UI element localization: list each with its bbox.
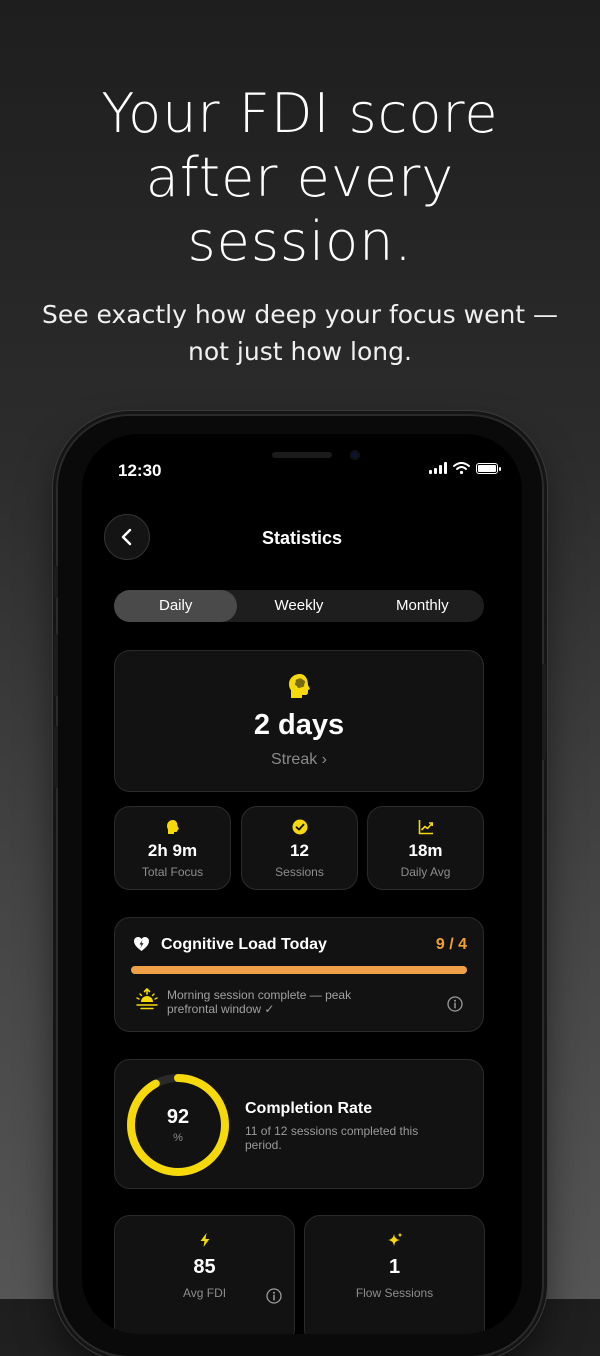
- tab-daily[interactable]: Daily: [114, 590, 238, 622]
- completion-title: Completion Rate: [245, 1100, 373, 1117]
- phone-volume-down: [54, 726, 58, 788]
- notch: [184, 434, 420, 478]
- marketing-subheadline: See exactly how deep your focus went — n…: [41, 300, 559, 366]
- tab-monthly[interactable]: Monthly: [361, 590, 484, 622]
- avg-fdi-value: 85: [193, 1256, 216, 1278]
- signal-icon: [429, 462, 447, 474]
- stat-daily-avg: 18m Daily Avg: [367, 806, 484, 890]
- phone-power-button: [542, 664, 546, 760]
- status-time: 12:30: [118, 461, 162, 480]
- phone-mute-switch: [54, 566, 58, 598]
- wifi-icon: [453, 462, 470, 474]
- streak-value: 2 days: [253, 709, 345, 741]
- marketing-headline: Your FDI score after every session.: [101, 82, 499, 273]
- bolt-icon: [200, 1233, 209, 1247]
- completion-unit: %: [173, 1132, 183, 1144]
- stat-avg-fdi: 85 Avg FDI: [114, 1215, 295, 1334]
- phone-volume-up: [54, 634, 58, 696]
- sessions-label: Sessions: [275, 865, 324, 879]
- info-icon[interactable]: [266, 1288, 282, 1304]
- stat-flow-sessions: 1 Flow Sessions: [304, 1215, 485, 1334]
- sunrise-icon: [136, 988, 158, 1010]
- brain-icon: [166, 820, 179, 834]
- flow-sessions-label: Flow Sessions: [355, 1286, 434, 1300]
- streak-link[interactable]: Streak ›: [115, 751, 483, 769]
- completion-description: 11 of 12 sessions completed this period.: [245, 1124, 419, 1152]
- speaker-grille: [272, 452, 332, 458]
- heart-bolt-icon: [134, 937, 149, 951]
- total-focus-label: Total Focus: [141, 865, 204, 879]
- status-icons: [429, 462, 501, 474]
- check-circle-icon: [292, 819, 307, 835]
- brain-head-icon: [289, 674, 310, 698]
- completion-value: 92: [166, 1106, 190, 1128]
- flow-sessions-value: 1: [388, 1256, 401, 1278]
- period-segmented-control: Daily Weekly Monthly: [114, 590, 484, 622]
- stat-total-focus: 2h 9m Total Focus: [114, 806, 231, 890]
- page-title: Statistics: [261, 528, 343, 548]
- cognitive-load-progress: [131, 966, 467, 974]
- battery-icon: [476, 463, 501, 474]
- completion-rate-card: 92 % Completion Rate 11 of 12 sessions c…: [114, 1059, 484, 1189]
- total-focus-value: 2h 9m: [147, 841, 198, 860]
- cognitive-load-score: 9 / 4: [435, 936, 467, 953]
- daily-avg-value: 18m: [408, 841, 443, 860]
- app-screen: 12:30 Statistics Daily Weekly Monthly 2 …: [82, 434, 522, 1334]
- daily-avg-label: Daily Avg: [400, 865, 451, 879]
- front-camera: [350, 450, 360, 460]
- cognitive-load-progress-fill: [131, 966, 467, 974]
- tab-weekly[interactable]: Weekly: [237, 590, 360, 622]
- cognitive-load-note: Morning session complete — peak prefront…: [167, 988, 352, 1016]
- stat-sessions: 12 Sessions: [241, 806, 358, 890]
- streak-card[interactable]: 2 days Streak ›: [114, 650, 484, 792]
- info-icon[interactable]: [447, 996, 463, 1012]
- trend-chart-icon: [418, 820, 433, 835]
- sessions-value: 12: [290, 841, 309, 860]
- sparkle-icon: [387, 1232, 402, 1246]
- cognitive-load-card: Cognitive Load Today 9 / 4 Morning sessi…: [114, 917, 484, 1032]
- cognitive-load-title: Cognitive Load Today: [161, 936, 327, 953]
